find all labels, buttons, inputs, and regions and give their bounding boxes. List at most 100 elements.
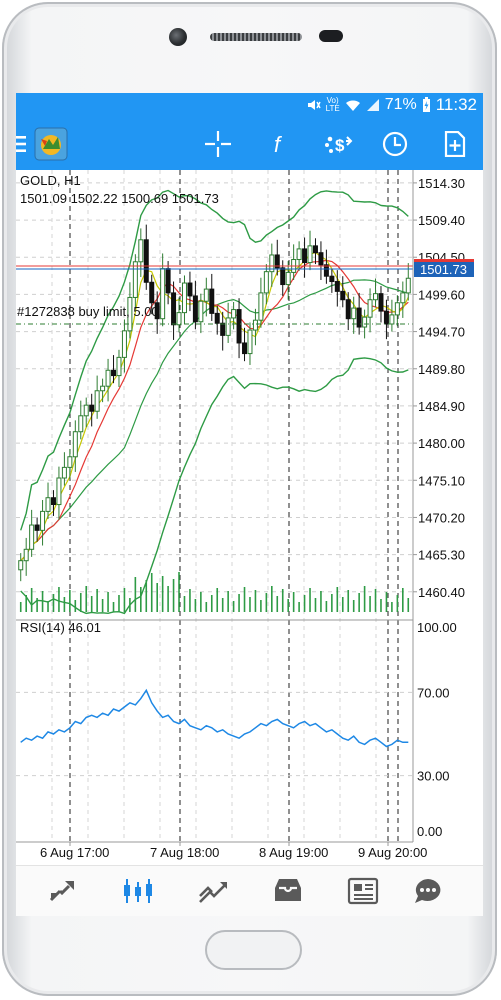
news-icon[interactable]	[346, 876, 380, 906]
chart-icon[interactable]	[121, 876, 155, 906]
new-order-icon[interactable]	[442, 131, 468, 157]
candle-body	[231, 309, 237, 319]
chart-area[interactable]: #1272838 buy limit, 5.00 GOLD, H1 1501.0…	[16, 170, 483, 860]
candle-body	[307, 245, 313, 264]
candle-body	[149, 281, 155, 304]
price-chart[interactable]: #1272838 buy limit, 5.00 GOLD, H1 1501.0…	[16, 170, 483, 860]
app-screen: Vo) LTE 71% 11:32 f $ #1272838 buy limit…	[16, 93, 483, 916]
candle-body	[209, 288, 215, 314]
mute-icon	[307, 100, 321, 110]
candle-body	[252, 319, 258, 331]
messages-icon[interactable]	[411, 876, 445, 906]
time-axis-label: 9 Aug 20:00	[358, 845, 427, 860]
trade-icon[interactable]	[196, 876, 230, 906]
price-axis-label: 1509.40	[418, 213, 465, 228]
candle-body	[258, 292, 264, 321]
current-price-value: 1501.73	[420, 262, 467, 277]
bottom-navigation	[16, 865, 483, 916]
chart-grid	[16, 170, 413, 842]
battery-percent: 71%	[384, 96, 417, 113]
status-icons: Vo) LTE 71% 11:32	[307, 95, 477, 115]
candle-body	[56, 477, 62, 506]
rsi-axis-label: 30.00	[417, 769, 450, 784]
candle-body	[334, 281, 340, 292]
moving-averages	[20, 251, 409, 562]
candle-body	[160, 268, 166, 320]
candle-body	[78, 415, 84, 433]
bollinger-upper	[20, 189, 409, 531]
quotes-icon[interactable]	[47, 876, 81, 906]
period-separators	[69, 170, 399, 842]
time-axis: 6 Aug 17:00 7 Aug 18:00 8 Aug 19:00 9 Aug 2…	[40, 842, 427, 860]
rsi-axis-label: 0.00	[417, 824, 442, 839]
clock: 11:32	[435, 95, 477, 114]
price-axis-label: 1484.90	[418, 399, 465, 414]
timeframe-currency-icon[interactable]: $	[324, 131, 354, 157]
price-axis-label: 1494.70	[418, 325, 465, 340]
candle-body	[389, 314, 395, 325]
period-clock-icon[interactable]	[382, 131, 408, 157]
price-axis-label: 1470.20	[418, 510, 465, 525]
candle-body	[18, 560, 24, 571]
price-axis: 1514.301509.401504.501499.601494.701489.…	[413, 176, 465, 600]
rsi-axis: 100.00 70.00 30.00 0.00	[16, 620, 457, 839]
price-axis-label: 1480.00	[418, 436, 465, 451]
price-axis-label: 1475.10	[418, 473, 465, 488]
rsi-axis-label: 100.00	[417, 620, 457, 635]
candlesticks	[18, 224, 411, 582]
candle-body	[312, 245, 318, 254]
candle-body	[72, 431, 78, 458]
time-axis-label: 6 Aug 17:00	[40, 845, 109, 860]
battery-icon	[422, 97, 430, 112]
candle-body	[138, 239, 144, 263]
app-toolbar: f $	[16, 118, 483, 170]
candle-body	[171, 292, 177, 326]
candle-body	[345, 299, 351, 320]
candle-body	[94, 390, 100, 412]
rsi-axis-label: 70.00	[417, 685, 450, 700]
price-axis-label: 1499.60	[418, 287, 465, 302]
candle-body	[263, 271, 269, 294]
candle-body	[225, 317, 231, 336]
time-axis-label: 7 Aug 18:00	[150, 845, 219, 860]
bollinger-lower	[20, 357, 409, 615]
candle-body	[400, 292, 406, 304]
candle-body	[378, 293, 384, 312]
candle-body	[394, 302, 400, 316]
price-axis-label: 1489.80	[418, 362, 465, 377]
candle-body	[242, 342, 248, 355]
proximity-sensor	[319, 30, 343, 42]
price-axis-label: 1460.40	[418, 585, 465, 600]
earpiece-speaker	[210, 33, 302, 41]
volume-bars	[19, 572, 410, 612]
candle-body	[143, 239, 149, 283]
candle-body	[50, 497, 56, 506]
chart-ohlc-values: 1501.09 1502.22 1500.69 1501.73	[20, 191, 219, 206]
candle-body	[340, 290, 346, 301]
candle-body	[280, 267, 286, 286]
candle-body	[329, 275, 335, 283]
candle-body	[302, 248, 308, 264]
candle-body	[45, 497, 51, 512]
candle-body	[116, 356, 122, 377]
price-axis-label: 1465.30	[418, 548, 465, 563]
candle-body	[67, 456, 73, 468]
candle-body	[285, 271, 291, 286]
metatrader-logo-icon[interactable]	[34, 127, 68, 161]
candle-body	[176, 312, 182, 326]
candle-body	[105, 369, 111, 387]
order-line-label: #1272838 buy limit, 5.00	[17, 304, 159, 319]
indicators-icon[interactable]: f	[266, 131, 292, 157]
candle-body	[203, 288, 209, 302]
rsi-line	[20, 688, 409, 748]
crosshair-icon[interactable]	[205, 131, 231, 157]
home-button[interactable]	[205, 930, 302, 970]
wifi-icon	[345, 100, 360, 111]
candle-body	[383, 310, 389, 325]
menu-icon[interactable]	[16, 134, 28, 154]
candle-body	[405, 277, 411, 294]
candle-body	[181, 282, 187, 314]
chart-symbol-title: GOLD, H1	[20, 173, 81, 188]
candle-body	[373, 293, 379, 301]
history-icon[interactable]	[271, 876, 305, 906]
